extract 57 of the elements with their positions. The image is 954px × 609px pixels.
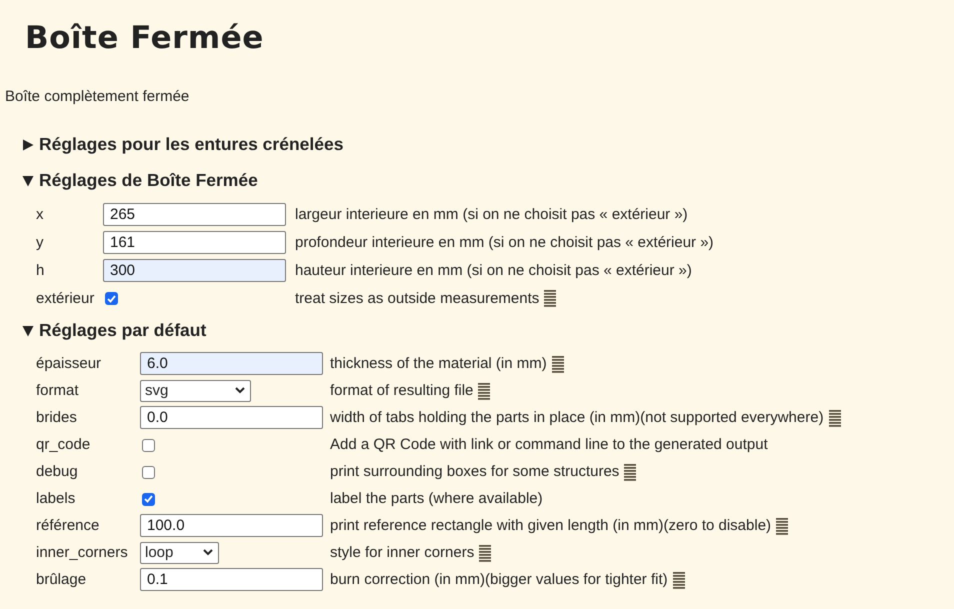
field-label: inner_corners: [36, 544, 128, 561]
help-icon[interactable]: [478, 382, 490, 400]
disclosure-triangle-icon: [22, 174, 34, 186]
field-label: labels: [36, 490, 76, 507]
help-text: profondeur interieure en mm (si on ne choisit pas « extérieur »): [295, 234, 714, 250]
field-label: x: [36, 206, 44, 222]
help-icon[interactable]: [552, 354, 564, 372]
input-field[interactable]: 161: [103, 230, 286, 254]
input-field[interactable]: 265: [103, 202, 286, 226]
disclosure-triangle-icon: [22, 324, 34, 336]
help-icon[interactable]: [479, 544, 492, 562]
help-text: hauteur interieure en mm (si on ne choisit pas « extérieur »): [295, 262, 692, 278]
checkbox[interactable]: [142, 492, 155, 506]
field-label: brûlage: [36, 571, 86, 588]
field-label: extérieur: [36, 290, 94, 306]
checkbox[interactable]: [142, 466, 155, 479]
page-description: Boîte complètement fermée: [5, 88, 190, 105]
help-text: label the parts (where available): [330, 490, 543, 507]
disclosure-triangle-icon: [22, 138, 34, 150]
help-text: largeur interieure en mm (si on ne choisit pas « extérieur »): [295, 206, 688, 222]
checkbox[interactable]: [142, 438, 155, 452]
field-label: référence: [36, 517, 100, 534]
section-toggle[interactable]: Réglages par défaut: [22, 320, 206, 341]
field-label: brides: [36, 409, 77, 426]
chevron-down-icon: [235, 387, 245, 394]
checkbox[interactable]: [105, 292, 118, 306]
select-dropdown[interactable]: loop: [140, 542, 219, 564]
input-field[interactable]: 300: [103, 258, 286, 282]
field-label: h: [36, 262, 44, 278]
field-label: debug: [36, 463, 78, 480]
help-icon[interactable]: [672, 570, 685, 588]
help-text: width of tabs holding the parts in place (in mm)(not supported everywhere): [330, 409, 824, 426]
input-field[interactable]: 0.0: [140, 406, 323, 429]
chevron-down-icon: [203, 549, 213, 556]
field-label: format: [36, 382, 79, 399]
help-text: print reference rectangle with given length (in mm)(zero to disable): [330, 517, 772, 534]
help-text: style for inner corners: [330, 544, 474, 561]
section-toggle[interactable]: Réglages pour les entures crénelées: [22, 134, 344, 155]
help-icon[interactable]: [828, 408, 841, 426]
page-title: Boîte Fermée: [24, 19, 264, 58]
field-label: épaisseur: [36, 355, 102, 372]
select-dropdown[interactable]: svg: [140, 380, 251, 402]
input-field[interactable]: 100.0: [140, 514, 323, 537]
field-label: y: [36, 234, 44, 250]
help-icon[interactable]: [776, 516, 788, 534]
input-field[interactable]: 0.1: [140, 568, 323, 591]
help-text: burn correction (in mm)(bigger values for tighter fit): [330, 571, 668, 588]
help-icon[interactable]: [544, 289, 556, 307]
input-field[interactable]: 6.0: [140, 352, 323, 375]
field-label: qr_code: [36, 436, 90, 453]
help-text: print surrounding boxes for some structures: [330, 463, 620, 480]
help-text: format of resulting file: [330, 382, 474, 399]
help-icon[interactable]: [624, 462, 636, 480]
help-text: thickness of the material (in mm): [330, 355, 547, 372]
help-text: Add a QR Code with link or command line to the generated output: [330, 436, 768, 453]
section-toggle[interactable]: Réglages de Boîte Fermée: [22, 170, 258, 191]
help-text: treat sizes as outside measurements: [295, 290, 540, 306]
